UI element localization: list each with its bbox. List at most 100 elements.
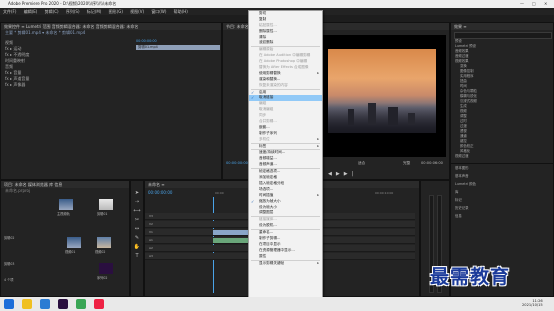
menu-help[interactable]: 帮助(H)	[174, 8, 188, 15]
context-menu-item-label: 取消链接	[259, 95, 274, 100]
fit-dropdown[interactable]: 适合	[358, 161, 365, 166]
project-item-label: 主视频轨	[57, 212, 70, 216]
project-thumbnail[interactable]	[97, 237, 111, 248]
project-tabs[interactable]: 项目: 未命名 媒体浏览器 库 信息	[1, 181, 129, 188]
audio-clip[interactable]	[213, 238, 249, 243]
step-forward-icon[interactable]: ▶|	[344, 171, 358, 177]
effects-tab[interactable]: 效果 ≡	[451, 23, 553, 30]
timeline-timecode: 00:00:00:00	[148, 190, 173, 195]
track-select-tool-icon[interactable]: ⇢	[131, 198, 143, 207]
context-menu-item[interactable]: 调整图层	[249, 210, 322, 216]
title-bar: Adobe Premiere Pro 2020 - D:\视频\2020\\\序…	[0, 0, 554, 8]
menu-marker[interactable]: 标记(M)	[87, 8, 102, 15]
ripple-edit-tool-icon[interactable]: ⟷	[131, 207, 143, 216]
razor-tool-icon[interactable]: ✂	[131, 216, 143, 225]
pen-tool-icon[interactable]: ✎	[131, 234, 143, 243]
hand-tool-icon[interactable]: ✋	[131, 243, 143, 252]
submenu-arrow-icon: ▸	[317, 143, 319, 148]
app-icon[interactable]	[94, 299, 104, 309]
menu-view[interactable]: 视图(V)	[130, 8, 144, 15]
program-video-frame	[318, 35, 446, 157]
video-clip[interactable]	[213, 230, 249, 235]
context-menu-item[interactable]: 设为脱机...	[249, 223, 322, 229]
wechat-icon[interactable]	[76, 299, 86, 309]
context-menu-item-label: 在 Adobe Photoshop 中编辑	[259, 59, 308, 64]
context-menu-item-label: 制作子剪辑...	[259, 235, 281, 240]
context-menu-item-label: 在 Adobe Audition 中编辑剪辑	[259, 53, 311, 58]
premiere-pro-icon[interactable]	[58, 299, 68, 309]
context-menu-item-label: 粘贴属性...	[259, 22, 277, 27]
project-thumbnail[interactable]	[59, 199, 73, 210]
premiere-sequence-icon[interactable]	[99, 263, 113, 274]
transport-controls[interactable]: ◀▶▶|	[328, 171, 357, 177]
menu-graphics[interactable]: 图形(G)	[109, 8, 123, 15]
project-thumbnail[interactable]	[99, 199, 113, 210]
context-menu-item[interactable]: 波纹删除	[249, 40, 322, 46]
context-menu-item-label: 编辑原始	[259, 47, 274, 52]
context-menu-item-label: 同步	[259, 113, 267, 118]
menu-edit[interactable]: 编辑(E)	[24, 8, 38, 15]
ruler-label: 00:00:10:00	[375, 191, 394, 195]
context-menu-item-label: 添加帧定格	[259, 175, 277, 180]
context-menu-item[interactable]: 属性	[249, 254, 322, 260]
context-menu-item-label: 在项目中显示	[259, 241, 281, 246]
project-panel: 项目: 未命名 媒体浏览器 库 信息 未命名.prproj 主视频轨 剪辑01 …	[0, 180, 130, 297]
panel-section[interactable]: 历史记录	[451, 204, 553, 212]
panel-section[interactable]: 基本声音	[451, 172, 553, 180]
context-menu-item-label: 复制	[259, 16, 267, 21]
sunset-city-image	[328, 49, 436, 133]
panel-section[interactable]: 标记	[451, 196, 553, 204]
context-menu-item-label: 取消编组	[259, 107, 274, 112]
context-menu-item-label: 重命名...	[259, 230, 274, 235]
project-thumbnail[interactable]	[67, 237, 81, 248]
panel-section[interactable]: 基本图形	[451, 164, 553, 172]
type-tool-icon[interactable]: T	[131, 252, 143, 261]
panel-section[interactable]: 信息	[451, 212, 553, 220]
submenu-arrow-icon: ▸	[317, 260, 319, 265]
context-menu-item-label: 音频增益...	[259, 156, 277, 161]
context-menu-item-label: 清除	[259, 34, 267, 39]
maximize-button[interactable]: □	[532, 1, 536, 6]
context-menu-item-label: 时间插值	[259, 192, 274, 197]
context-menu-item-label: 使用剪辑替换	[259, 70, 281, 75]
context-menu-item-label: 渲染和替换...	[259, 76, 281, 81]
context-menu-item-label: 编组	[259, 101, 267, 106]
tree-item[interactable]: 视频过渡	[451, 154, 553, 159]
clip-path[interactable]: 主要 * 剪辑01.mp4 ▾ 未命名 * 剪辑01.mp4	[1, 30, 221, 36]
context-menu-item-label: 速度/持续时间...	[259, 150, 286, 155]
context-menu-item-label: 调整图层	[259, 210, 274, 215]
minimize-button[interactable]: —	[520, 1, 524, 6]
file-explorer-icon[interactable]	[22, 299, 32, 309]
selection-tool-icon[interactable]: ➤	[131, 189, 143, 198]
context-menu-item[interactable]: 标签 ▸	[249, 144, 322, 150]
play-icon[interactable]: ▶	[336, 171, 344, 177]
context-menu-item-label: 链接媒体...	[259, 217, 277, 222]
step-back-icon[interactable]: ◀	[328, 171, 336, 177]
clip-bar[interactable]: 剪辑01.mp4	[136, 45, 220, 50]
browser-icon[interactable]	[40, 299, 50, 309]
resolution-dropdown[interactable]: 完整	[403, 161, 410, 166]
context-menu-item-label: 嵌套...	[259, 124, 270, 129]
context-menu-item: 多机位 ▸	[249, 137, 322, 143]
close-button[interactable]: ✕	[544, 1, 547, 6]
menu-file[interactable]: 文件(F)	[3, 8, 16, 15]
effects-search-input[interactable]	[454, 32, 552, 39]
panel-section[interactable]: Lumetri 颜色	[451, 180, 553, 188]
context-menu-item-label: 替换为 After Effects 合成图像	[259, 65, 309, 70]
project-search-input[interactable]: 未命名.prproj	[1, 188, 129, 194]
menu-clip[interactable]: 剪辑(C)	[45, 8, 59, 15]
clock-date: 2021/10/15	[522, 303, 543, 307]
slip-tool-icon[interactable]: ↔	[131, 225, 143, 234]
menu-window[interactable]: 窗口(W)	[151, 8, 166, 15]
context-menu-item[interactable]: 显示剪辑关键帧 ▸	[249, 261, 322, 267]
context-menu-item-label: 剪切	[259, 11, 267, 15]
effect-controls-tabs[interactable]: 效果控件 ≡ Lumetri 范围 音频剪辑混合器: 未命名 音频剪辑混合器: …	[1, 23, 221, 30]
effect-row-panner[interactable]: fx ▸ 声像器	[1, 82, 131, 88]
watermark: 最需教育	[430, 266, 511, 288]
start-icon[interactable]	[4, 299, 14, 309]
context-menu-item[interactable]: 音频声道...	[249, 162, 322, 168]
panel-section[interactable]: 库	[451, 188, 553, 196]
ruler-label: 00:00	[215, 191, 224, 195]
window-title: Adobe Premiere Pro 2020 - D:\视频\2020\\\序…	[8, 1, 117, 6]
menu-sequence[interactable]: 序列(S)	[66, 8, 80, 15]
